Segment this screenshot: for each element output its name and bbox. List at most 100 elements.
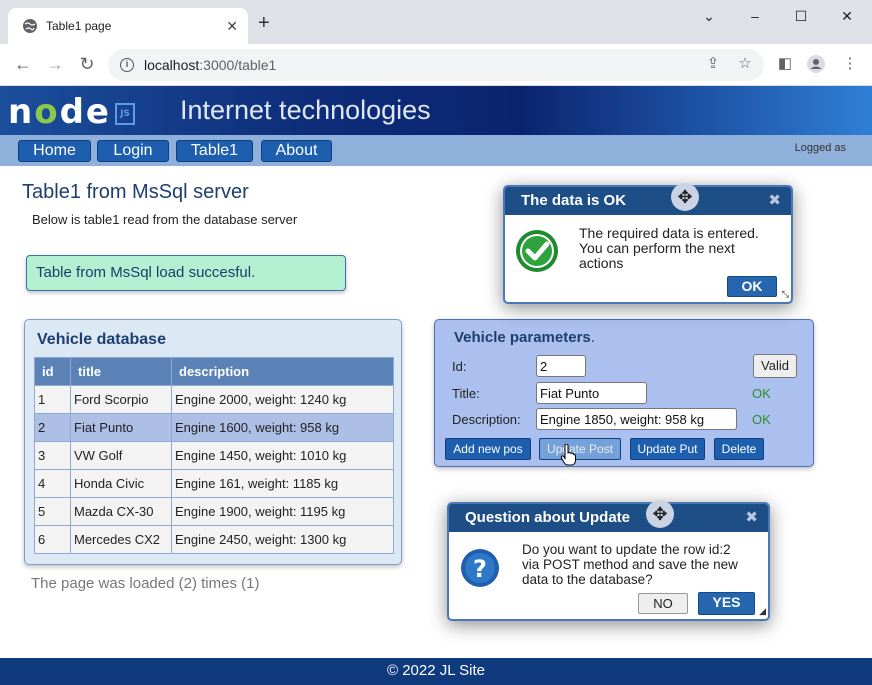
nav-login[interactable]: Login xyxy=(97,140,169,162)
back-arrow-icon[interactable]: ← xyxy=(12,54,34,75)
profile-icon[interactable] xyxy=(806,54,826,78)
update-question-dialog: Question about Update ✖ ✥ ? Do you want … xyxy=(447,500,770,621)
cell-title: Fiat Punto xyxy=(70,413,172,442)
description-status: OK xyxy=(752,412,771,427)
resize-handle-icon[interactable]: ◢ xyxy=(759,606,766,617)
dialog-title[interactable]: Question about Update xyxy=(449,504,768,532)
table-row[interactable]: 5 Mazda CX-30 Engine 1900, weight: 1195 … xyxy=(34,497,394,526)
nodejs-logo: node JS xyxy=(8,92,135,132)
menu-kebab-icon[interactable]: ⋮ xyxy=(840,54,860,72)
chevron-down-icon[interactable]: ⌄ xyxy=(686,8,732,25)
url-host: localhost xyxy=(144,57,200,73)
cell-title: Mercedes CX2 xyxy=(70,525,172,554)
new-tab-button[interactable]: + xyxy=(258,12,270,35)
cell-title: Honda Civic xyxy=(70,469,172,498)
table-row[interactable]: 1 Ford Scorpio Engine 2000, weight: 1240… xyxy=(34,385,394,414)
browser-toolbar: ← → ↻ i localhost:3000/table1 ⇪ ☆ ◧ ⋮ xyxy=(0,44,872,86)
move-handle-icon[interactable]: ✥ xyxy=(646,500,674,528)
no-button[interactable]: NO xyxy=(638,593,688,614)
window-close-button[interactable]: ✕ xyxy=(824,8,870,25)
cell-description: Engine 1600, weight: 958 kg xyxy=(171,413,394,442)
column-header-title[interactable]: title xyxy=(70,357,172,386)
vehicle-parameters-title: Vehicle parameters. xyxy=(454,329,595,346)
dialog-message: Do you want to update the row id:2 via P… xyxy=(522,542,738,587)
maximize-button[interactable]: ☐ xyxy=(778,8,824,25)
dialog-title[interactable]: The data is OK xyxy=(505,187,791,215)
description-label: Description: xyxy=(452,412,521,427)
cell-id: 1 xyxy=(34,385,71,414)
site-footer: © 2022 JL Site xyxy=(0,658,872,685)
cell-description: Engine 2450, weight: 1300 kg xyxy=(171,525,394,554)
vehicle-table: id title description 1 Ford Scorpio Engi… xyxy=(34,357,394,554)
info-icon[interactable]: i xyxy=(120,58,134,72)
cell-id: 4 xyxy=(34,469,71,498)
table-row-selected[interactable]: 2 Fiat Punto Engine 1600, weight: 958 kg xyxy=(34,413,394,442)
column-header-id[interactable]: id xyxy=(34,357,71,386)
resize-handle-icon[interactable]: ⤡ xyxy=(782,289,789,300)
move-handle-icon[interactable]: ✥ xyxy=(671,183,699,211)
update-put-button[interactable]: Update Put xyxy=(630,438,705,460)
reload-icon[interactable]: ↻ xyxy=(76,54,98,75)
title-label: Title: xyxy=(452,386,480,401)
site-header: node JS Internet technologies xyxy=(0,86,872,135)
browser-tabstrip: Table1 page ✕ + ⌄ – ☐ ✕ xyxy=(0,0,872,44)
globe-icon xyxy=(23,19,37,33)
cell-description: Engine 2000, weight: 1240 kg xyxy=(171,385,394,414)
title-status: OK xyxy=(752,386,771,401)
close-tab-icon[interactable]: ✕ xyxy=(226,18,238,35)
main-nav: Home Login Table1 About Logged as xyxy=(0,135,872,166)
page-subtitle: Below is table1 read from the database s… xyxy=(32,212,298,227)
forward-arrow-icon[interactable]: → xyxy=(44,54,66,75)
title-input[interactable] xyxy=(536,382,647,404)
close-icon[interactable]: ✖ xyxy=(768,191,781,209)
close-icon[interactable]: ✖ xyxy=(745,508,758,526)
browser-tab[interactable]: Table1 page ✕ xyxy=(8,8,248,44)
nav-home[interactable]: Home xyxy=(18,140,91,162)
delete-button[interactable]: Delete xyxy=(714,438,764,460)
star-icon[interactable]: ☆ xyxy=(735,54,755,72)
url-path: :3000/table1 xyxy=(199,57,277,73)
description-input[interactable] xyxy=(536,408,737,430)
site-title: Internet technologies xyxy=(180,95,431,125)
minimize-button[interactable]: – xyxy=(732,8,778,24)
nav-table1[interactable]: Table1 xyxy=(176,140,253,162)
id-label: Id: xyxy=(452,359,467,374)
table-header-row: id title description xyxy=(34,357,394,386)
ok-button[interactable]: OK xyxy=(727,276,777,297)
cell-title: VW Golf xyxy=(70,441,172,470)
hand-cursor-icon xyxy=(560,444,576,466)
table-row[interactable]: 6 Mercedes CX2 Engine 2450, weight: 1300… xyxy=(34,525,394,554)
share-icon[interactable]: ⇪ xyxy=(703,54,723,72)
vehicle-parameters-panel: Vehicle parameters. Id: Title: OK Descri… xyxy=(434,319,814,467)
yes-button[interactable]: YES xyxy=(698,592,755,615)
page-title: Table1 from MsSql server xyxy=(22,181,249,203)
question-icon: ? xyxy=(461,549,499,587)
cell-description: Engine 161, weight: 1185 kg xyxy=(171,469,394,498)
success-check-icon xyxy=(516,230,558,272)
cell-description: Engine 1900, weight: 1195 kg xyxy=(171,497,394,526)
logged-as-label: Logged as xyxy=(794,142,846,154)
cell-id: 6 xyxy=(34,525,71,554)
svg-text:?: ? xyxy=(473,555,487,583)
cell-title: Ford Scorpio xyxy=(70,385,172,414)
column-header-description[interactable]: description xyxy=(171,357,394,386)
cell-title: Mazda CX-30 xyxy=(70,497,172,526)
id-input[interactable] xyxy=(536,355,586,377)
cell-id: 2 xyxy=(34,413,71,442)
valid-button[interactable]: Valid xyxy=(753,354,797,378)
sidebar-icon[interactable]: ◧ xyxy=(775,54,795,72)
table-row[interactable]: 3 VW Golf Engine 1450, weight: 1010 kg xyxy=(34,441,394,470)
update-post-button[interactable]: Update Post xyxy=(539,438,621,460)
address-bar[interactable]: i localhost:3000/table1 xyxy=(108,49,764,81)
success-alert: Table from MsSql load succesful. xyxy=(26,255,346,291)
nav-about[interactable]: About xyxy=(261,140,332,162)
load-counter: The page was loaded (2) times (1) xyxy=(31,575,260,592)
tab-title: Table1 page xyxy=(46,19,112,33)
cell-id: 5 xyxy=(34,497,71,526)
cell-description: Engine 1450, weight: 1010 kg xyxy=(171,441,394,470)
dialog-message: The required data is entered. You can pe… xyxy=(579,225,759,271)
table-row[interactable]: 4 Honda Civic Engine 161, weight: 1185 k… xyxy=(34,469,394,498)
vehicle-database-panel: Vehicle database id title description 1 … xyxy=(24,319,402,565)
add-new-pos-button[interactable]: Add new pos xyxy=(445,438,531,460)
cell-id: 3 xyxy=(34,441,71,470)
